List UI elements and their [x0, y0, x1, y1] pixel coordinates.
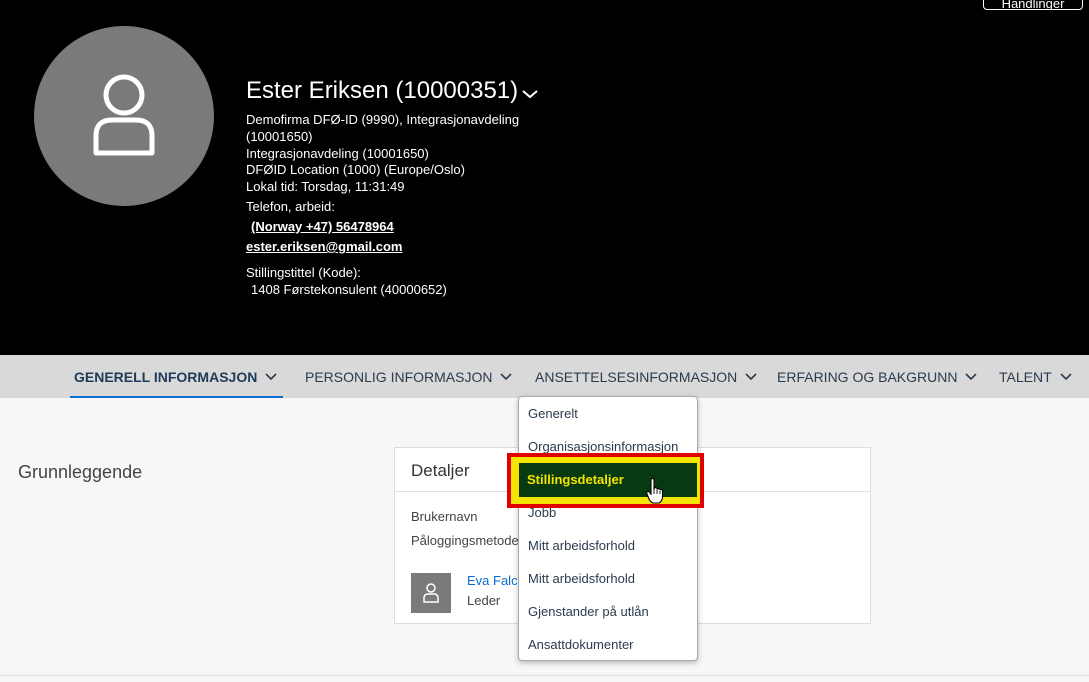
menu-item-generelt[interactable]: Generelt [519, 397, 697, 430]
job-title-label: Stillingstittel (Kode): [246, 265, 361, 280]
section-title: Grunnleggende [18, 462, 143, 482]
menu-item-ansattdokumenter[interactable]: Ansattdokumenter [519, 628, 697, 660]
menu-item-stillingsdetaljer-label: Stillingsdetaljer [527, 472, 624, 487]
tab-label: GENERELL INFORMASJON [74, 369, 258, 385]
manager-name-link[interactable]: Eva Falck [467, 573, 524, 588]
location: DFØID Location (1000) (Europe/Oslo) [246, 162, 465, 177]
tab-erfaring-og-bakgrunn[interactable]: ERFARING OG BAKGRUNN [777, 355, 978, 398]
profile-avatar[interactable] [34, 26, 214, 206]
chevron-down-icon [745, 373, 757, 381]
phone-label: Telefon, arbeid: [246, 199, 335, 214]
chevron-down-icon [1060, 373, 1072, 381]
company-line: Demofirma DFØ-ID (9990), Integrasjonavde… [246, 112, 520, 127]
department: Integrasjonavdeling (10001650) [246, 146, 429, 161]
person-icon [93, 74, 155, 156]
job-title: 1408 Førstekonsulent (40000652) [251, 282, 447, 297]
chevron-down-icon [500, 373, 513, 381]
tab-personlig-informasjon[interactable]: PERSONLIG INFORMASJON [305, 355, 513, 398]
tab-label: ERFARING OG BAKGRUNN [777, 369, 958, 385]
employment-info-dropdown: Generelt Organisasjonsinformasjon Jobb M… [518, 396, 698, 661]
manager-avatar[interactable] [411, 573, 451, 613]
section-tab-bar: GENERELL INFORMASJON PERSONLIG INFORMASJ… [0, 355, 1089, 398]
tab-talent[interactable]: TALENT [999, 355, 1072, 398]
profile-header: Handlinger Ester Eriksen (10000351) Demo… [0, 0, 1089, 355]
tab-label: ANSETTELSESINFORMASJON [535, 369, 738, 385]
employee-name: Ester Eriksen (10000351) [246, 77, 519, 104]
content-divider [0, 675, 1089, 676]
menu-item-mitt-arbeidsforhold[interactable]: Mitt arbeidsforhold [519, 529, 697, 562]
phone-link[interactable]: (Norway +47) 56478964 [251, 218, 394, 235]
menu-item-gjenstander-pa-utlan[interactable]: Gjenstander på utlån [519, 595, 697, 628]
card-title: Detaljer [411, 461, 470, 480]
chevron-down-icon[interactable] [521, 88, 539, 100]
login-method-label: Påloggingsmetode [411, 533, 519, 548]
chevron-down-icon [965, 373, 978, 381]
tab-label: PERSONLIG INFORMASJON [305, 369, 493, 385]
local-time: Lokal tid: Torsdag, 11:31:49 [246, 179, 405, 194]
manager-role: Leder [467, 593, 501, 608]
username-label: Brukernavn [411, 509, 478, 524]
actions-button-label: Handlinger [1001, 0, 1065, 10]
tab-ansettelsesinformasjon[interactable]: ANSETTELSESINFORMASJON [535, 355, 757, 398]
actions-button[interactable]: Handlinger [983, 0, 1083, 10]
email-link[interactable]: ester.eriksen@gmail.com [246, 238, 402, 255]
menu-item-mitt-arbeidsforhold-2[interactable]: Mitt arbeidsforhold [519, 562, 697, 595]
tab-generell-informasjon[interactable]: GENERELL INFORMASJON [69, 355, 284, 398]
hand-cursor-icon [646, 478, 664, 504]
person-icon [423, 583, 439, 603]
company-line-cont: (10001650) [246, 129, 313, 144]
tab-label: TALENT [999, 369, 1052, 385]
chevron-down-icon [265, 373, 277, 381]
